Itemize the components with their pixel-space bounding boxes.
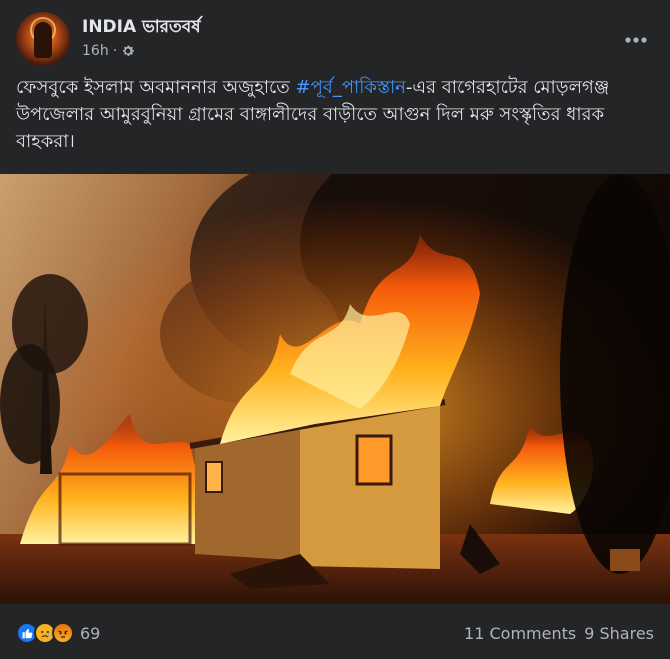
gear-icon[interactable] (121, 44, 135, 58)
engagement-stats: 11 Comments 9 Shares (464, 624, 654, 643)
shares-link[interactable]: 9 Shares (584, 624, 654, 643)
reactions-summary[interactable]: 69 (16, 622, 100, 644)
facebook-post-card: INDIA ভারতবর্ষ 16h · ফেসবুকে ইসলাম অবমান… (0, 0, 670, 659)
fire-photo-illustration (0, 174, 670, 604)
post-timestamp[interactable]: 16h (82, 43, 109, 59)
reaction-count[interactable]: 69 (80, 624, 100, 643)
post-text: ফেসবুকে ইসলাম অবমাননার অজুহাতে #পূর্ব_পা… (16, 74, 658, 155)
more-options-button[interactable] (618, 22, 654, 58)
post-footer: 69 11 Comments 9 Shares (16, 612, 654, 654)
page-name-link[interactable]: INDIA ভারতবর্ষ (82, 14, 201, 42)
meta-separator: · (112, 43, 118, 59)
post-photo[interactable] (0, 174, 670, 604)
comments-link[interactable]: 11 Comments (464, 624, 576, 643)
hashtag-link[interactable]: #পূর্ব_পাকিস্তান (296, 77, 406, 98)
post-header: INDIA ভারতবর্ষ 16h · (16, 12, 658, 66)
page-avatar[interactable] (16, 12, 70, 66)
post-meta: 16h · (82, 43, 135, 59)
avatar-figure (34, 22, 52, 58)
angry-icon (52, 622, 74, 644)
post-text-before: ফেসবুকে ইসলাম অবমাননার অজুহাতে (16, 77, 296, 98)
more-options-icon (625, 37, 647, 43)
